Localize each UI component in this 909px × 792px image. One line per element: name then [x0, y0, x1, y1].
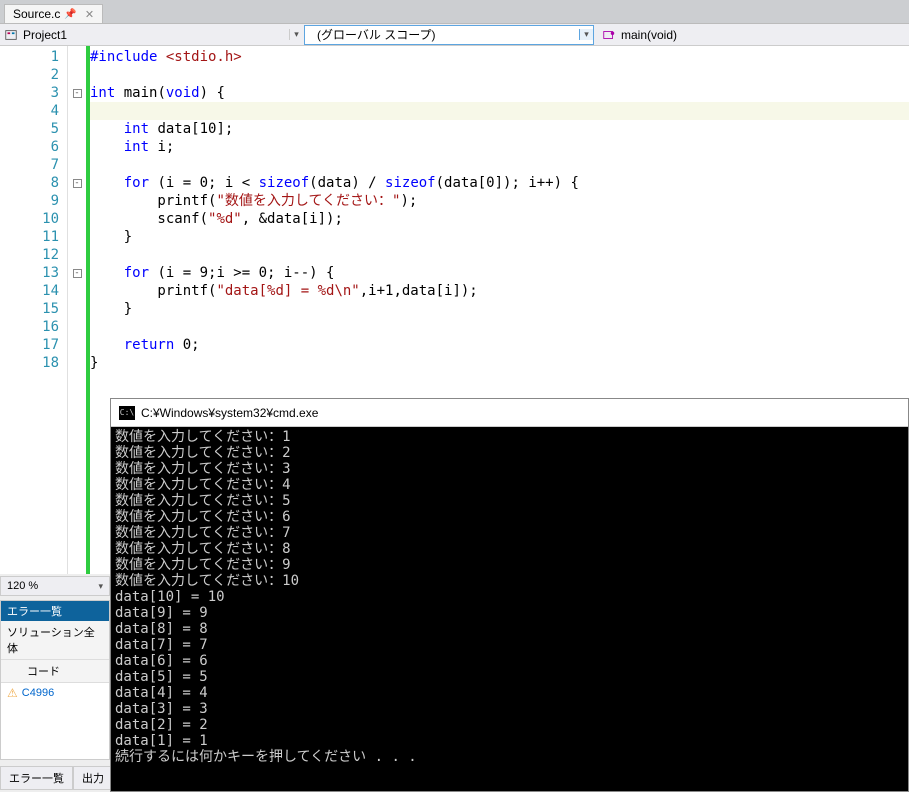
- code-line[interactable]: }: [90, 228, 909, 246]
- project-name: Project1: [19, 28, 71, 42]
- fold-toggle-icon[interactable]: -: [73, 89, 82, 98]
- line-number: 14: [0, 282, 67, 300]
- cmd-icon: C:\: [119, 406, 135, 420]
- function-name: main(void): [617, 28, 681, 42]
- code-line[interactable]: int i;: [90, 138, 909, 156]
- code-line[interactable]: for (i = 0; i < sizeof(data) / sizeof(da…: [90, 174, 909, 192]
- line-number: 10: [0, 210, 67, 228]
- project-icon: [3, 27, 19, 43]
- error-code: C4996: [22, 687, 54, 699]
- code-line[interactable]: [90, 318, 909, 336]
- line-number: 8: [0, 174, 67, 192]
- chevron-down-icon: ▾: [98, 581, 103, 592]
- pin-icon[interactable]: 📌: [64, 9, 76, 20]
- error-row[interactable]: ⚠ C4996: [1, 683, 109, 703]
- code-line[interactable]: [90, 246, 909, 264]
- chevron-down-icon: ▾: [579, 29, 593, 40]
- fold-toggle-icon[interactable]: -: [73, 179, 82, 188]
- fold-toggle-icon[interactable]: -: [73, 269, 82, 278]
- code-line[interactable]: return 0;: [90, 336, 909, 354]
- code-line[interactable]: scanf("%d", &data[i]);: [90, 210, 909, 228]
- tab-error-list[interactable]: エラー一覧: [0, 766, 73, 790]
- function-dropdown[interactable]: main(void): [594, 25, 909, 45]
- code-line[interactable]: }: [90, 300, 909, 318]
- error-scope-dropdown[interactable]: ソリューション全体: [1, 621, 109, 660]
- document-tab[interactable]: Source.c 📌 ✕: [4, 4, 103, 23]
- code-line[interactable]: int main(void) {: [90, 84, 909, 102]
- line-number: 1: [0, 48, 67, 66]
- line-number-gutter: 123456789101112131415161718: [0, 46, 68, 574]
- code-line[interactable]: [90, 66, 909, 84]
- project-dropdown[interactable]: Project1 ▾: [0, 25, 304, 45]
- line-number: 17: [0, 336, 67, 354]
- scope-name: (グローバル スコープ): [313, 26, 440, 43]
- navigation-bar: Project1 ▾ (グローバル スコープ) ▾ main(void): [0, 24, 909, 46]
- output-tabs: エラー一覧 出力: [0, 766, 113, 790]
- code-line[interactable]: #include <stdio.h>: [90, 48, 909, 66]
- console-titlebar[interactable]: C:\ C:¥Windows¥system32¥cmd.exe: [111, 399, 908, 427]
- scope-dropdown[interactable]: (グローバル スコープ) ▾: [304, 25, 594, 45]
- line-number: 2: [0, 66, 67, 84]
- line-number: 4: [0, 102, 67, 120]
- line-number: 7: [0, 156, 67, 174]
- function-icon: [601, 27, 617, 43]
- console-window: C:\ C:¥Windows¥system32¥cmd.exe 数値を入力してく…: [110, 398, 909, 792]
- error-list-panel: エラー一覧 ソリューション全体 コード ⚠ C4996: [0, 600, 110, 760]
- chevron-down-icon: ▾: [289, 29, 303, 40]
- line-number: 9: [0, 192, 67, 210]
- line-number: 6: [0, 138, 67, 156]
- warning-icon: ⚠: [7, 686, 18, 700]
- console-title-text: C:¥Windows¥system32¥cmd.exe: [141, 406, 318, 420]
- line-number: 5: [0, 120, 67, 138]
- code-line[interactable]: }: [90, 354, 909, 372]
- code-column-label: コード: [27, 663, 60, 679]
- console-output[interactable]: 数値を入力してください：1 数値を入力してください：2 数値を入力してください：…: [111, 427, 908, 791]
- code-line[interactable]: for (i = 9;i >= 0; i--) {: [90, 264, 909, 282]
- code-line[interactable]: [90, 102, 909, 120]
- tab-output[interactable]: 出力: [73, 766, 113, 790]
- line-number: 18: [0, 354, 67, 372]
- code-line[interactable]: int data[10];: [90, 120, 909, 138]
- line-number: 16: [0, 318, 67, 336]
- code-line[interactable]: [90, 156, 909, 174]
- document-tab-bar: Source.c 📌 ✕: [0, 0, 909, 24]
- line-number: 12: [0, 246, 67, 264]
- fold-column[interactable]: - - -: [68, 46, 86, 574]
- close-icon[interactable]: ✕: [85, 8, 94, 21]
- tab-filename: Source.c: [13, 7, 60, 21]
- zoom-value: 120 %: [7, 580, 38, 592]
- line-number: 13: [0, 264, 67, 282]
- line-number: 11: [0, 228, 67, 246]
- error-column-header: コード: [1, 660, 109, 683]
- code-line[interactable]: printf("数値を入力してください：");: [90, 192, 909, 210]
- code-line[interactable]: printf("data[%d] = %d\n",i+1,data[i]);: [90, 282, 909, 300]
- line-number: 15: [0, 300, 67, 318]
- zoom-control[interactable]: 120 % ▾: [0, 576, 110, 596]
- line-number: 3: [0, 84, 67, 102]
- error-list-title: エラー一覧: [1, 601, 109, 621]
